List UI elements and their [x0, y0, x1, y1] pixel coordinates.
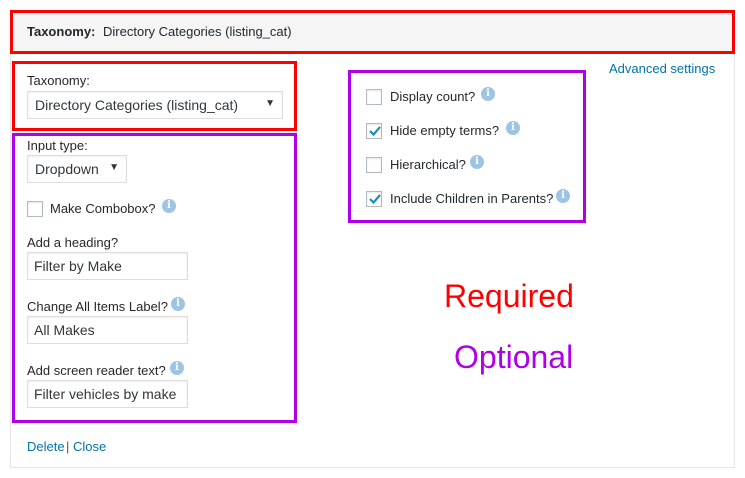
taxonomy-label: Taxonomy:	[27, 73, 90, 88]
all-items-label: Change All Items Label?	[27, 299, 168, 314]
info-icon[interactable]: i	[556, 189, 570, 203]
caret-down-icon: ▼	[109, 162, 119, 173]
hierarchical-label: Hierarchical?	[390, 157, 466, 172]
screen-reader-input[interactable]: Filter vehicles by make	[27, 380, 188, 408]
required-legend: Required	[444, 278, 574, 314]
input-type-select[interactable]: Dropdown ▼	[27, 155, 127, 183]
screen-reader-label: Add screen reader text?	[27, 363, 166, 378]
advanced-settings-link[interactable]: Advanced settings	[609, 61, 715, 76]
screen-reader-input-value: Filter vehicles by make	[34, 386, 177, 402]
delete-link[interactable]: Delete	[27, 439, 65, 454]
hierarchical-checkbox[interactable]	[366, 157, 382, 173]
caret-down-icon: ▼	[265, 98, 275, 109]
info-icon[interactable]: i	[162, 199, 176, 213]
heading-input[interactable]: Filter by Make	[27, 252, 188, 280]
info-icon[interactable]: i	[171, 297, 185, 311]
checkmark-icon	[369, 194, 381, 205]
taxonomy-selected-value: Directory Categories (listing_cat)	[35, 97, 239, 113]
checkmark-icon	[369, 126, 381, 137]
all-items-input-value: All Makes	[34, 322, 95, 338]
heading-label: Add a heading?	[27, 235, 119, 250]
hide-empty-terms-checkbox[interactable]	[366, 123, 382, 139]
include-children-checkbox[interactable]	[366, 191, 382, 207]
required-annotation-box	[10, 10, 735, 54]
make-combobox-checkbox[interactable]	[27, 201, 43, 217]
input-type-label: Input type:	[27, 138, 88, 153]
info-icon[interactable]: i	[481, 87, 495, 101]
input-type-selected-value: Dropdown	[35, 161, 99, 177]
info-icon[interactable]: i	[506, 121, 520, 135]
hide-empty-terms-label: Hide empty terms?	[390, 123, 500, 138]
footer-separator: |	[66, 439, 70, 454]
info-icon[interactable]: i	[170, 361, 184, 375]
include-children-label: Include Children in Parents?	[390, 191, 554, 206]
make-combobox-label: Make Combobox?	[50, 201, 156, 216]
optional-legend: Optional	[454, 339, 574, 375]
close-link[interactable]: Close	[73, 439, 106, 454]
display-count-label: Display count?	[390, 89, 476, 104]
display-count-checkbox[interactable]	[366, 89, 382, 105]
all-items-input[interactable]: All Makes	[27, 316, 188, 344]
taxonomy-select[interactable]: Directory Categories (listing_cat) ▼	[27, 91, 283, 119]
heading-input-value: Filter by Make	[34, 258, 122, 274]
info-icon[interactable]: i	[470, 155, 484, 169]
